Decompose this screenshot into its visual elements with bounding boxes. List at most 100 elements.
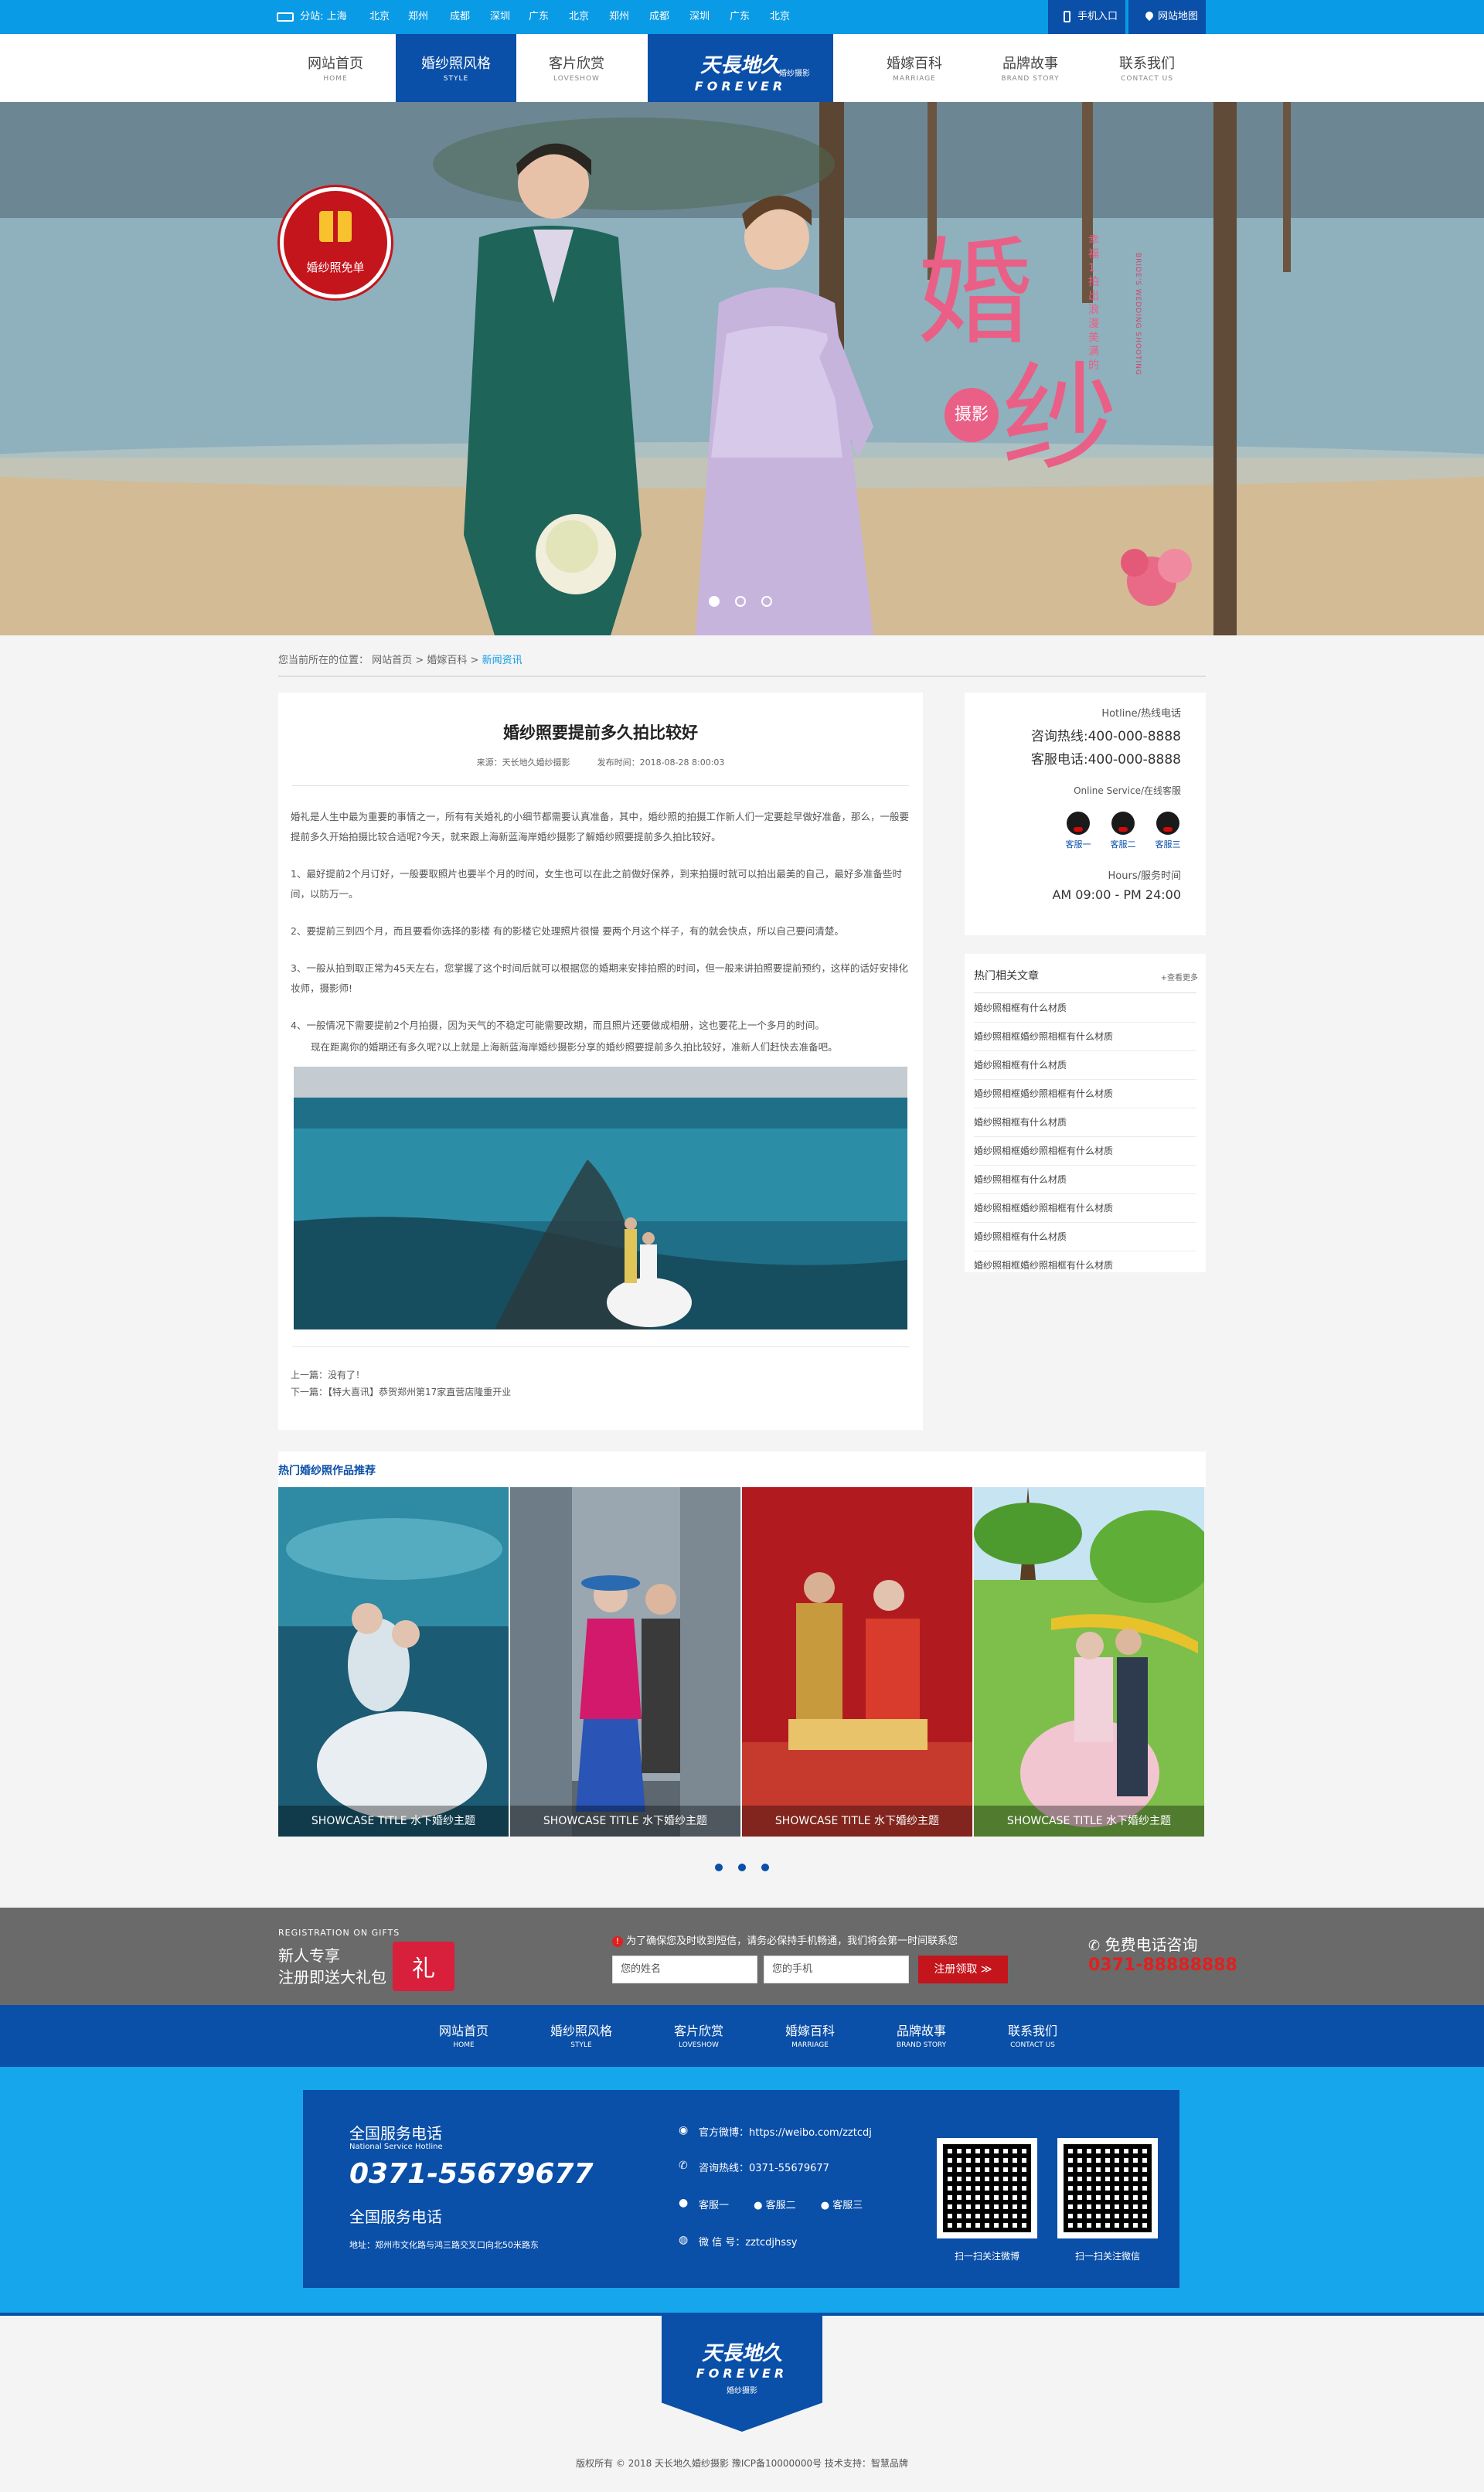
hot-article-link[interactable]: 婚纱照相框有什么材质 xyxy=(974,1108,1196,1137)
hotline-label: Hotline/热线电话 xyxy=(1101,708,1181,720)
phone-icon xyxy=(1064,11,1070,22)
article-paragraph: 现在距离你的婚期还有多久呢?以上就是上海新蓝海岸婚纱摄影分享的婚纱照要提前多久拍… xyxy=(311,1041,838,1053)
nav-marriage[interactable]: 婚嫁百科 MARRIAGE xyxy=(856,34,972,102)
mobile-entry-button[interactable]: 手机入口 xyxy=(1048,0,1126,34)
hot-article-link[interactable]: 婚纱照相框婚纱照相框有什么材质 xyxy=(974,1194,1196,1223)
hot-article-link[interactable]: 婚纱照相框婚纱照相框有什么材质 xyxy=(974,1137,1196,1166)
agents-row: ● 客服一 ● 客服二 ● 客服三 xyxy=(679,2197,863,2211)
nav-sublabel: BRAND STORY xyxy=(1001,75,1060,83)
free-call-number[interactable]: 0371-88888888 xyxy=(1088,1956,1237,1975)
weibo-qr-code xyxy=(937,2138,1037,2238)
gallery-item[interactable]: SHOWCASE TITLE 水下婚纱主题 xyxy=(742,1487,972,1837)
gallery-dot[interactable] xyxy=(738,1864,746,1871)
nav-sublabel: LOVESHOW xyxy=(553,75,600,83)
nav-brand-story[interactable]: 品牌故事 BRAND STORY xyxy=(972,34,1088,102)
hot-article-link[interactable]: 婚纱照相框婚纱照相框有什么材质 xyxy=(974,1023,1196,1051)
city-link[interactable]: 郑州 xyxy=(609,0,629,34)
nav-label: 婚纱照风格 xyxy=(550,2024,612,2038)
notice-text: 为了确保您及时收到短信，请务必保持手机畅通，我们将会第一时间联系您 xyxy=(626,1935,958,1947)
footer-nav-brand-story[interactable]: 品牌故事 BRAND STORY xyxy=(875,2020,968,2049)
gallery-caption: SHOWCASE TITLE 水下婚纱主题 xyxy=(510,1806,740,1837)
wechat-text: 微 信 号：zztcdjhssy xyxy=(699,2237,798,2249)
city-link[interactable]: 北京 xyxy=(369,0,390,34)
wechat-icon: ◍ xyxy=(679,2234,689,2246)
city-link[interactable]: 北京 xyxy=(770,0,790,34)
city-link[interactable]: 深圳 xyxy=(490,0,510,34)
gift-icon xyxy=(319,211,352,242)
next-article-link[interactable]: 下一篇：【特大喜讯】恭贺郑州第17家直营店隆重开业 xyxy=(291,1384,914,1401)
hot-articles-more[interactable]: +查看更多 xyxy=(1161,971,1198,982)
hot-article-link[interactable]: 婚纱照相框婚纱照相框有什么材质 xyxy=(974,1080,1196,1108)
nav-label: 联系我们 xyxy=(1119,56,1175,72)
footer-nav-home[interactable]: 网站首页 HOME xyxy=(417,2020,510,2049)
consult-text: 咨询热线：0371-55679677 xyxy=(699,2163,829,2174)
gallery-item[interactable]: SHOWCASE TITLE 水下婚纱主题 xyxy=(974,1487,1204,1837)
nav-home[interactable]: 网站首页 HOME xyxy=(275,34,396,102)
agent-label: 客服三 xyxy=(1155,839,1181,849)
agent-qq-link[interactable]: 客服一 xyxy=(1059,812,1098,850)
footer-logo[interactable]: 天長地久 FOREVER 婚纱摄影 xyxy=(662,2316,822,2432)
article-divider xyxy=(292,1346,909,1347)
nav-label: 婚纱照风格 xyxy=(421,56,491,72)
agent-qq-link[interactable]: 客服二 xyxy=(1104,812,1142,850)
hot-article-link[interactable]: 婚纱照相框有什么材质 xyxy=(974,994,1196,1023)
service-phone[interactable]: 0371-55679677 xyxy=(349,2158,594,2190)
prev-article-link[interactable]: 上一篇：没有了！ xyxy=(291,1367,914,1384)
consult-row[interactable]: ✆ 咨询热线：0371-55679677 xyxy=(679,2160,829,2174)
nav-sublabel: MARRIAGE xyxy=(893,75,936,83)
breadcrumb-divider xyxy=(278,676,1206,677)
hot-article-link[interactable]: 婚纱照相框有什么材质 xyxy=(974,1166,1196,1194)
hero-banner: 婚纱照免单 婚 纱 摄影 幸福1拍出浪漫美满的 BRIDE'S WEDDING … xyxy=(0,102,1484,635)
hot-articles-title: 热门相关文章 xyxy=(974,970,1039,982)
breadcrumb-home[interactable]: 网站首页 xyxy=(372,655,412,666)
service-title-2: 全国服务电话 xyxy=(349,2208,442,2226)
nav-contact[interactable]: 联系我们 CONTACT US xyxy=(1088,34,1206,102)
branch-switch[interactable]: 分站: 上海 xyxy=(277,0,347,34)
city-link[interactable]: 广东 xyxy=(529,0,549,34)
breadcrumb-level1[interactable]: 婚嫁百科 xyxy=(427,655,467,666)
alert-icon: ! xyxy=(612,1935,623,1947)
agent-link[interactable]: 客服三 xyxy=(832,2200,863,2211)
city-link[interactable]: 成都 xyxy=(450,0,470,34)
footer-nav-contact[interactable]: 联系我们 CONTACT US xyxy=(986,2020,1079,2049)
hot-article-link[interactable]: 婚纱照相框婚纱照相框有什么材质 xyxy=(974,1251,1196,1280)
footer-nav-marriage[interactable]: 婚嫁百科 MARRIAGE xyxy=(764,2020,856,2049)
phone-field[interactable]: 您的手机 xyxy=(764,1956,909,1983)
seaside-couple-photo xyxy=(294,1067,907,1329)
city-link[interactable]: 郑州 xyxy=(408,0,428,34)
agent-link[interactable]: 客服二 xyxy=(766,2200,796,2211)
hero-badge[interactable]: 婚纱照免单 xyxy=(280,187,391,298)
city-link[interactable]: 深圳 xyxy=(689,0,710,34)
notice: ! 为了确保您及时收到短信，请务必保持手机畅通，我们将会第一时间联系您 xyxy=(612,1932,958,1947)
online-label: Online Service/在线客服 xyxy=(1074,785,1181,796)
nav-label: 客片欣赏 xyxy=(673,2024,723,2038)
nav-sublabel: HOME xyxy=(453,2041,475,2049)
hot-article-link[interactable]: 婚纱照相框有什么材质 xyxy=(974,1051,1196,1080)
gallery-dot[interactable] xyxy=(715,1864,723,1871)
agent-qq-link[interactable]: 客服三 xyxy=(1149,812,1187,850)
hot-article-link[interactable]: 婚纱照相框有什么材质 xyxy=(974,1223,1196,1251)
breadcrumb-current[interactable]: 新闻资讯 xyxy=(482,655,522,666)
gallery-dot[interactable] xyxy=(761,1864,769,1871)
breadcrumb: 您当前所在的位置： 网站首页 > 婚嫁百科 > 新闻资讯 xyxy=(278,652,522,666)
nav-style[interactable]: 婚纱照风格 STYLE xyxy=(396,34,516,102)
qq-icon xyxy=(1111,812,1135,835)
gallery-caption: SHOWCASE TITLE 水下婚纱主题 xyxy=(974,1806,1204,1837)
footer-nav-style[interactable]: 婚纱照风格 STYLE xyxy=(535,2020,628,2049)
wechat-row[interactable]: ◍ 微 信 号：zztcdjhssy xyxy=(679,2234,798,2249)
recommend-header xyxy=(278,1452,1206,1487)
nav-loveshow[interactable]: 客片欣赏 LOVESHOW xyxy=(516,34,637,102)
nav-sublabel: STYLE xyxy=(443,75,469,83)
gallery-item[interactable]: SHOWCASE TITLE 水下婚纱主题 xyxy=(510,1487,740,1837)
city-link[interactable]: 成都 xyxy=(649,0,669,34)
sitemap-button[interactable]: 网站地图 xyxy=(1128,0,1206,34)
gallery-item[interactable]: SHOWCASE TITLE 水下婚纱主题 xyxy=(278,1487,509,1837)
name-field[interactable]: 您的姓名 xyxy=(612,1956,757,1983)
city-link[interactable]: 北京 xyxy=(569,0,589,34)
weibo-row[interactable]: ◉ 官方微博：https://weibo.com/zztcdj xyxy=(679,2124,872,2139)
agent-link[interactable]: 客服一 xyxy=(699,2200,729,2211)
nav-label: 网站首页 xyxy=(438,2024,488,2038)
city-link[interactable]: 广东 xyxy=(730,0,750,34)
footer-nav-loveshow[interactable]: 客片欣赏 LOVESHOW xyxy=(652,2020,745,2049)
register-button[interactable]: 注册领取 ≫ xyxy=(918,1956,1008,1983)
